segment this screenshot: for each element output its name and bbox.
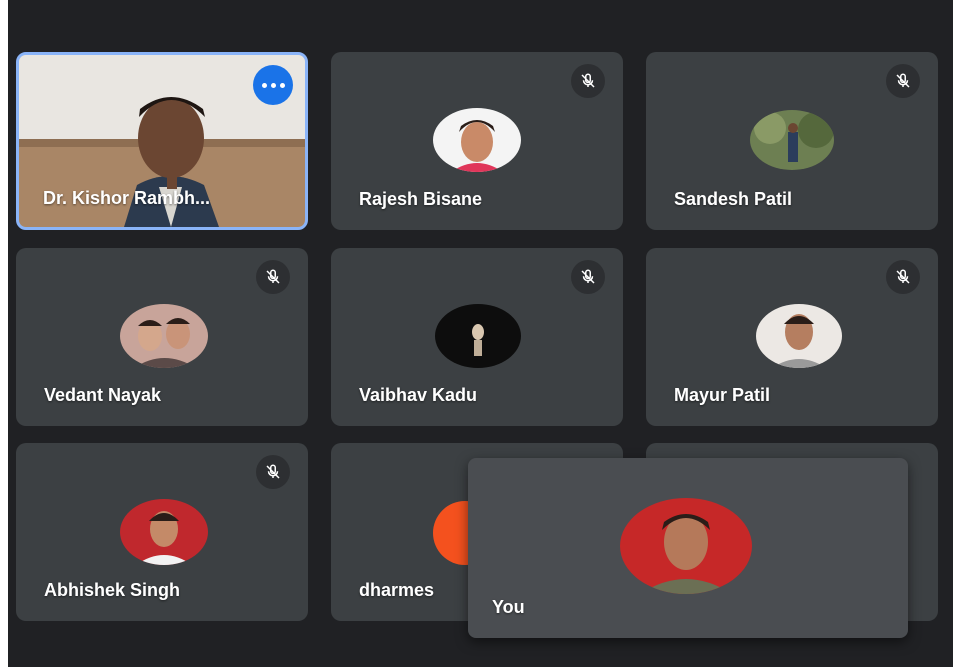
more-options-icon [261,82,267,88]
mic-off-indicator [886,260,920,294]
avatar [433,108,521,172]
mic-off-indicator [886,64,920,98]
mic-off-indicator [571,64,605,98]
participant-name: dharmes [359,580,435,600]
participant-tile-sandesh[interactable]: Sandesh Patil [646,52,938,230]
avatar [435,304,521,368]
participant-tile-vedant[interactable]: Vedant Nayak [16,248,308,426]
participant-name: Rajesh Bisane [359,189,483,209]
self-avatar [620,498,752,594]
participant-name: Sandesh Patil [674,189,793,209]
participant-tile-vaibhav[interactable]: Vaibhav Kadu [331,248,623,426]
mic-off-indicator [256,455,290,489]
mic-off-indicator [571,260,605,294]
mic-off-icon [896,73,910,88]
mic-off-indicator [256,260,290,294]
more-options-button[interactable] [253,65,293,105]
avatar [120,499,208,565]
mic-off-icon [266,464,280,479]
participant-tile-kishor[interactable]: Dr. Kishor Rambh... [16,52,308,230]
mic-off-icon [581,73,595,88]
mic-off-icon [266,269,280,284]
meeting-grid: Dr. Kishor Rambh... Rajesh Bisane Sandes… [8,0,953,667]
self-view-tile[interactable]: You [468,458,908,638]
self-view-label: You [492,597,525,617]
participant-tile-abhishek[interactable]: Abhishek Singh [16,443,308,621]
participant-name: Dr. Kishor Rambh... [43,188,211,208]
participant-tile-mayur[interactable]: Mayur Patil [646,248,938,426]
avatar [750,110,834,170]
participant-name: Vaibhav Kadu [359,385,478,405]
avatar [120,304,208,368]
participant-name: Mayur Patil [674,385,771,405]
participant-tile-rajesh[interactable]: Rajesh Bisane [331,52,623,230]
avatar [756,304,842,368]
mic-off-icon [896,269,910,284]
mic-off-icon [581,269,595,284]
participant-name: Vedant Nayak [44,385,162,405]
participant-name: Abhishek Singh [44,580,181,600]
